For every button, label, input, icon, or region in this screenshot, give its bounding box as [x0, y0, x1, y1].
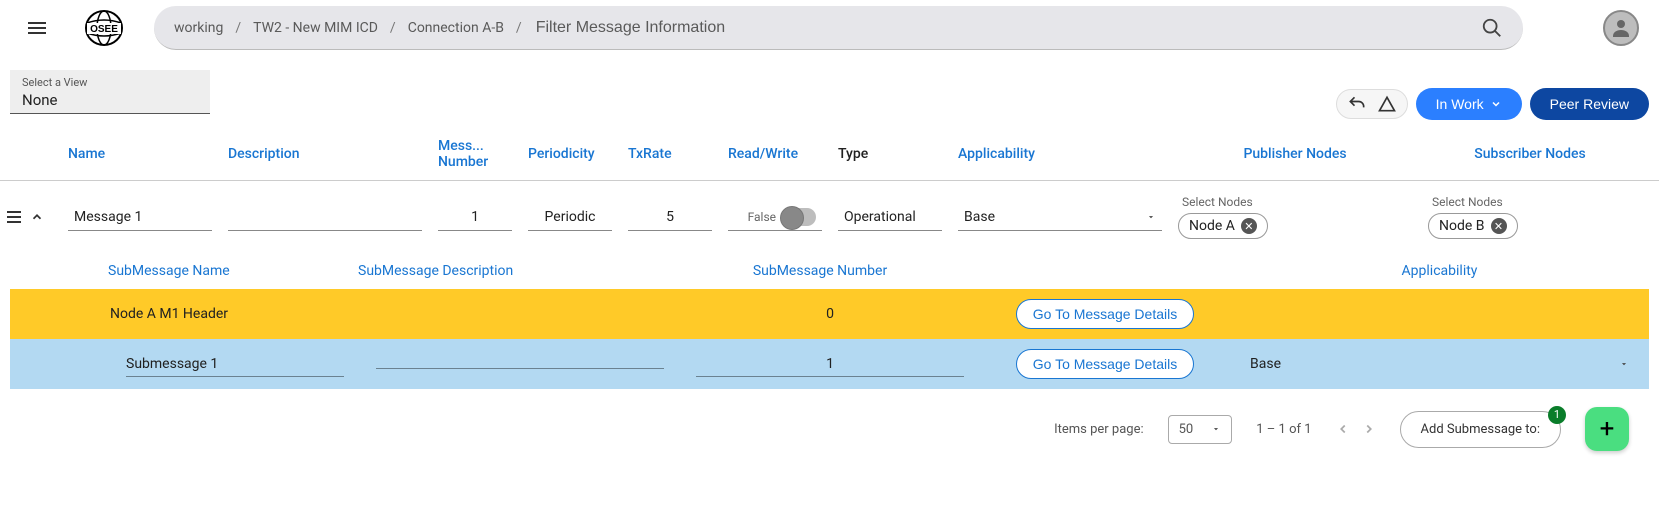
message-applicability[interactable]: Base [958, 203, 1162, 231]
col-periodicity[interactable]: Periodicity [520, 146, 620, 162]
submessage-row-header: Node A M1 Header 0 Go To Message Details [10, 289, 1649, 339]
undo-icon[interactable] [1347, 94, 1367, 114]
view-select[interactable]: Select a View None [10, 70, 210, 114]
sub-applic-value: Base [1250, 356, 1281, 372]
breadcrumb-sep: / [235, 20, 241, 36]
sub-number: 0 [680, 306, 980, 322]
message-type[interactable]: Operational [838, 203, 942, 231]
items-per-page-label: Items per page: [1054, 422, 1144, 437]
col-applicability[interactable]: Applicability [950, 146, 1170, 162]
breadcrumb-sep: / [390, 20, 396, 36]
add-fab[interactable]: + [1585, 407, 1629, 451]
col-txrate[interactable]: TxRate [620, 146, 720, 162]
dropdown-icon [1146, 212, 1156, 222]
message-name[interactable]: Message 1 [68, 203, 212, 231]
col-description[interactable]: Description [220, 146, 430, 162]
row-menu-icon[interactable] [6, 210, 22, 224]
chip-label: Node A [1189, 218, 1235, 234]
col-text: Number [438, 154, 512, 170]
col-name[interactable]: Name [60, 146, 220, 162]
message-description[interactable] [228, 203, 422, 231]
breadcrumb-sep: / [516, 20, 522, 36]
search-icon[interactable] [1481, 17, 1503, 39]
dropdown-icon [1619, 359, 1629, 369]
subcol-desc[interactable]: SubMessage Description [350, 263, 670, 279]
view-select-label: Select a View [22, 76, 198, 89]
menu-button[interactable] [20, 14, 54, 42]
delta-icon[interactable] [1377, 94, 1397, 114]
next-page-button[interactable] [1362, 422, 1376, 436]
prev-page-button[interactable] [1336, 422, 1350, 436]
message-txrate[interactable]: 5 [628, 203, 712, 231]
search-bar: working / TW2 - New MIM ICD / Connection… [154, 6, 1523, 50]
add-submessage-button[interactable]: Add Submessage to: 1 [1400, 411, 1561, 448]
readwrite-toggle[interactable] [782, 208, 816, 226]
breadcrumb-item[interactable]: TW2 - New MIM ICD [253, 20, 378, 36]
applicability-value: Base [964, 209, 995, 225]
publisher-select-label: Select Nodes [1178, 195, 1412, 209]
svg-text:OSEE: OSEE [90, 24, 118, 35]
submessage-header: SubMessage Name SubMessage Description S… [0, 253, 1659, 289]
add-submessage-label: Add Submessage to: [1421, 422, 1540, 437]
subcol-number[interactable]: SubMessage Number [670, 263, 970, 279]
sub-number[interactable]: 1 [696, 352, 964, 377]
breadcrumb: working / TW2 - New MIM ICD / Connection… [174, 20, 522, 36]
collapse-icon[interactable] [30, 210, 44, 224]
filter-input[interactable] [536, 19, 1481, 37]
peer-review-label: Peer Review [1550, 96, 1629, 112]
user-avatar[interactable] [1603, 10, 1639, 46]
app-logo: OSEE [74, 8, 134, 48]
readwrite-cell: False [728, 203, 822, 231]
message-periodicity[interactable]: Periodic [528, 203, 612, 231]
col-subscriber[interactable]: Subscriber Nodes [1420, 146, 1640, 162]
goto-details-button[interactable]: Go To Message Details [1016, 349, 1194, 379]
breadcrumb-item[interactable]: Connection A-B [408, 20, 504, 36]
publisher-chip[interactable]: Node A ✕ [1178, 213, 1268, 239]
table-header: Name Description Mess... Number Periodic… [0, 128, 1659, 181]
col-publisher[interactable]: Publisher Nodes [1170, 146, 1420, 162]
goto-details-button[interactable]: Go To Message Details [1016, 299, 1194, 329]
add-submessage-badge: 1 [1548, 406, 1566, 424]
in-work-label: In Work [1436, 96, 1484, 112]
subscriber-chip[interactable]: Node B ✕ [1428, 213, 1518, 239]
page-size-select[interactable]: 50 [1168, 415, 1233, 444]
breadcrumb-item[interactable]: working [174, 20, 223, 36]
col-mess-number[interactable]: Mess... Number [430, 138, 520, 170]
sub-desc[interactable] [376, 360, 664, 369]
message-number[interactable]: 1 [438, 203, 512, 231]
sub-name[interactable]: Submessage 1 [126, 352, 344, 377]
subcol-name[interactable]: SubMessage Name [100, 263, 350, 279]
message-row: Message 1 1 Periodic 5 False Operational… [0, 181, 1659, 253]
sub-applic[interactable]: Base [1230, 356, 1649, 372]
col-type[interactable]: Type [830, 146, 950, 162]
chevron-down-icon [1490, 98, 1502, 110]
peer-review-button[interactable]: Peer Review [1530, 88, 1649, 120]
page-size-value: 50 [1179, 422, 1194, 437]
in-work-button[interactable]: In Work [1416, 88, 1522, 120]
view-select-value: None [22, 91, 198, 109]
remove-chip-icon[interactable]: ✕ [1241, 218, 1257, 234]
page-range: 1 – 1 of 1 [1256, 422, 1311, 437]
col-text: Mess... [438, 138, 512, 154]
action-icon-group [1336, 89, 1408, 119]
remove-chip-icon[interactable]: ✕ [1491, 218, 1507, 234]
subscriber-select-label: Select Nodes [1428, 195, 1632, 209]
sub-name: Node A M1 Header [110, 306, 360, 322]
readwrite-label: False [748, 210, 776, 224]
col-readwrite[interactable]: Read/Write [720, 146, 830, 162]
chip-label: Node B [1439, 218, 1485, 234]
subcol-applic[interactable]: Applicability [1220, 263, 1659, 279]
dropdown-icon [1211, 424, 1221, 434]
submessage-row: Submessage 1 1 Go To Message Details Bas… [10, 339, 1649, 389]
paginator: Items per page: 50 1 – 1 of 1 Add Submes… [0, 389, 1659, 469]
